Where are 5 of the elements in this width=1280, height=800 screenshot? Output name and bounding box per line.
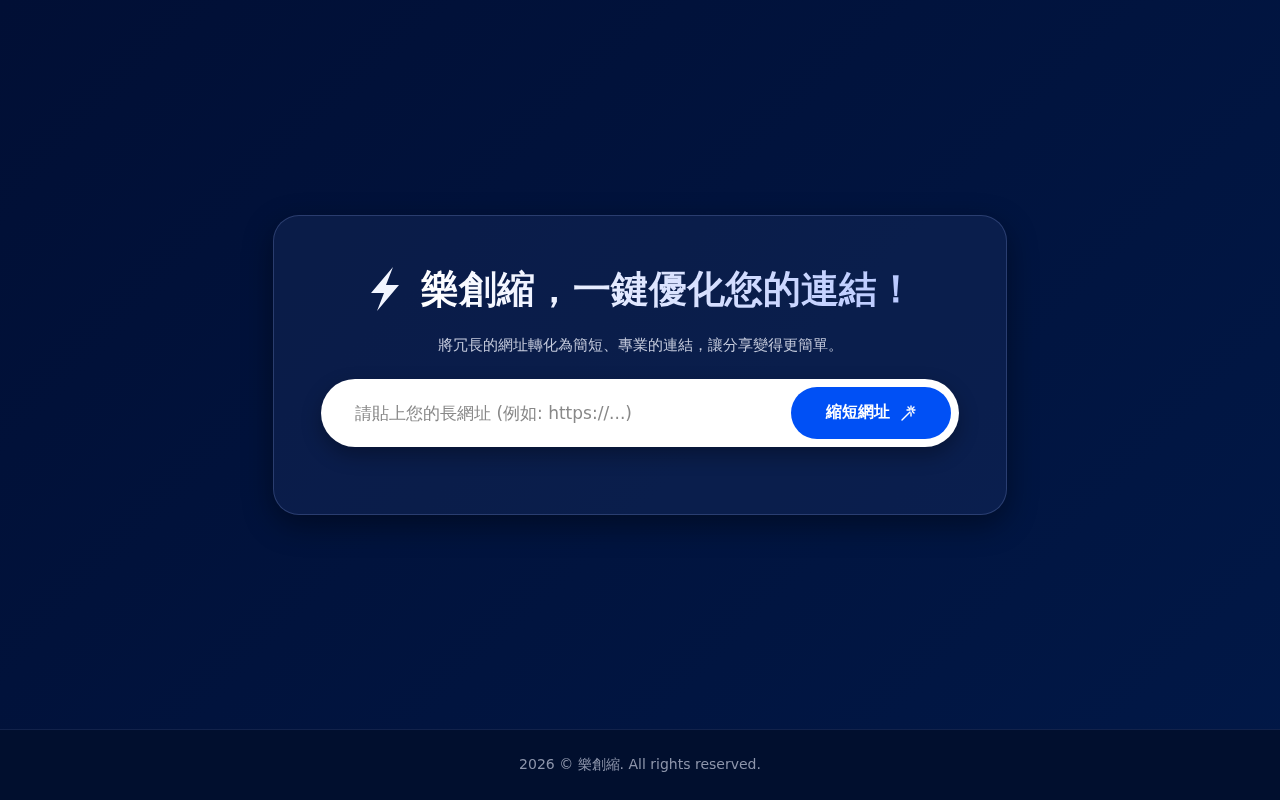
footer-copyright: 2026 © 樂創縮. All rights reserved. <box>519 756 761 774</box>
magic-wand-icon <box>900 404 916 421</box>
subtitle: 將冗長的網址轉化為簡短、專業的連結，讓分享變得更簡單。 <box>437 335 843 355</box>
shorten-button[interactable]: 縮短網址 <box>791 386 951 439</box>
url-input-field[interactable]: 請貼上您的長網址 (例如: https://...) 縮短網址 <box>321 378 959 447</box>
